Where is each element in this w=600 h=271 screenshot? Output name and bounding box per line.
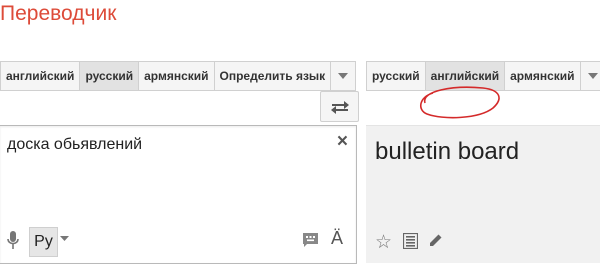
source-tab-armenian[interactable]: армянский <box>139 62 215 90</box>
source-language-bar: английский русский армянский Определить … <box>0 61 357 91</box>
source-tab-russian[interactable]: русский <box>80 62 140 90</box>
star-icon[interactable]: ☆ <box>375 231 392 254</box>
chevron-down-icon <box>338 73 349 79</box>
virtual-keyboard-button[interactable]: Ä <box>331 228 343 249</box>
target-tab-english[interactable]: английский <box>425 62 506 90</box>
app-title: Переводчик <box>0 2 117 25</box>
input-method-button[interactable]: Ру <box>29 227 58 257</box>
translation-text: bulletin board <box>375 138 520 165</box>
microphone-icon[interactable] <box>7 231 19 250</box>
result-panel: bulletin board ☆ <box>366 125 600 263</box>
target-language-bar: русский английский армянский <box>366 61 600 91</box>
document-icon[interactable] <box>403 233 418 249</box>
swap-languages-button[interactable] <box>320 91 359 122</box>
source-tab-english[interactable]: английский <box>1 62 81 90</box>
target-language-dropdown[interactable] <box>581 62 600 90</box>
chevron-down-icon[interactable] <box>60 236 69 241</box>
swap-icon <box>330 100 349 114</box>
speech-bubble-icon[interactable] <box>303 233 318 248</box>
chevron-down-icon <box>587 73 598 79</box>
source-text[interactable]: доска обьявлений <box>7 136 142 154</box>
source-language-dropdown[interactable] <box>331 62 355 90</box>
pencil-icon[interactable] <box>429 233 443 247</box>
source-tab-detect-language[interactable]: Определить язык <box>215 62 332 90</box>
target-tab-russian[interactable]: русский <box>367 62 426 90</box>
source-text-panel[interactable]: доска обьявлений × Ру Ä <box>0 125 357 264</box>
clear-source-button[interactable]: × <box>337 132 348 152</box>
target-tab-armenian[interactable]: армянский <box>505 62 581 90</box>
